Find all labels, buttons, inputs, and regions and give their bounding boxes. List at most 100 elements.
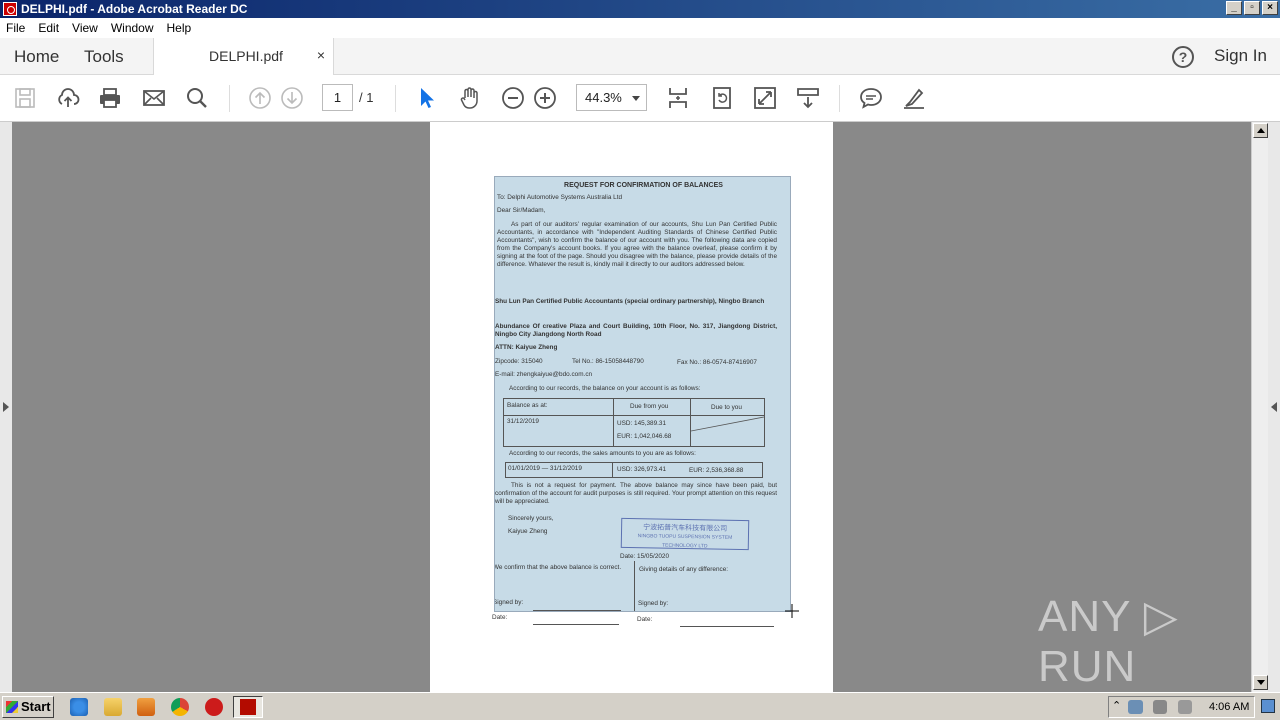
balance-intro: According to our records, the balance on… xyxy=(509,385,701,392)
pdf-page: REQUEST FOR CONFIRMATION OF BALANCES To:… xyxy=(430,122,833,692)
confirm-difference: Giving details of any difference: xyxy=(639,566,729,573)
scroll-mode-icon[interactable] xyxy=(666,86,690,110)
scroll-up-button[interactable] xyxy=(1253,123,1268,138)
toolbar: 1 / 1 44.3% xyxy=(0,75,1280,122)
toolbar-separator xyxy=(839,85,840,112)
taskbar-acrobat-button[interactable] xyxy=(233,696,263,718)
menu-bar: File Edit View Window Help xyxy=(0,18,1280,38)
opera-icon[interactable] xyxy=(205,698,223,716)
sales-usd: USD: 326,973.41 xyxy=(617,466,667,473)
tab-home[interactable]: Home xyxy=(14,38,59,75)
zipcode: Zipcode: 315040 xyxy=(495,358,543,365)
comment-icon[interactable] xyxy=(859,86,883,110)
start-button[interactable]: Start xyxy=(2,696,54,718)
save-icon[interactable] xyxy=(13,86,37,110)
internet-explorer-icon[interactable] xyxy=(70,698,88,716)
taskbar: Start ⌃ 4:06 AM xyxy=(0,692,1280,720)
flag-icon[interactable] xyxy=(1178,700,1192,714)
stamp-line-2: NINGBO TUOPU SUSPENSION SYSTEM TECHNOLOG… xyxy=(637,533,733,550)
left-panel-toggle[interactable] xyxy=(0,122,12,692)
confirm-correct: We confirm that the above balance is cor… xyxy=(494,564,622,571)
tab-tools[interactable]: Tools xyxy=(84,38,124,75)
acrobat-icon xyxy=(3,2,17,16)
next-page-icon[interactable] xyxy=(280,86,304,110)
full-screen-icon[interactable] xyxy=(753,86,777,110)
strike-line xyxy=(691,416,765,432)
sales-eur: EUR: 2,536,368.88 xyxy=(689,467,744,474)
vertical-scrollbar[interactable] xyxy=(1251,122,1268,692)
auditor-address: Abundance Of creative Plaza and Court Bu… xyxy=(495,323,777,338)
help-icon[interactable]: ? xyxy=(1172,46,1194,68)
zoom-in-icon[interactable] xyxy=(533,86,557,110)
email-icon[interactable] xyxy=(142,86,166,110)
letter-salutation: Dear Sir/Madam, xyxy=(497,207,546,214)
minimize-button[interactable]: _ xyxy=(1226,1,1242,15)
letter-date: Date: 15/05/2020 xyxy=(620,553,670,560)
tab-document[interactable]: DELPHI.pdf × xyxy=(153,38,334,76)
print-icon[interactable] xyxy=(98,86,122,110)
balance-date: 31/12/2019 xyxy=(507,418,539,425)
balance-eur: EUR: 1,042,046.68 xyxy=(617,433,672,440)
email: E-mail: zhengkaiyue@bdo.com.cn xyxy=(495,371,593,378)
acrobat-icon xyxy=(240,699,256,715)
table-divider xyxy=(613,398,614,447)
zoom-value: 44.3% xyxy=(585,90,622,105)
signer-name: Kaiyue Zheng xyxy=(508,528,548,535)
company-stamp: 宁波拓普汽车科技有限公司 NINGBO TUOPU SUSPENSION SYS… xyxy=(620,517,750,551)
page-number-input[interactable]: 1 xyxy=(322,84,353,111)
balance-col-due-from: Due from you xyxy=(630,403,669,410)
letter-title: REQUEST FOR CONFIRMATION OF BALANCES xyxy=(564,182,723,189)
menu-edit[interactable]: Edit xyxy=(32,21,66,35)
zoom-select[interactable]: 44.3% xyxy=(576,84,647,111)
previous-page-icon[interactable] xyxy=(248,86,272,110)
scroll-down-button[interactable] xyxy=(1253,675,1268,690)
payment-note: This is not a request for payment. The a… xyxy=(495,482,777,505)
rotate-page-icon[interactable] xyxy=(710,86,734,110)
clock: 4:06 AM xyxy=(1209,701,1250,713)
attention-line: ATTN: Kaiyue Zheng xyxy=(495,344,558,351)
title-bar: DELPHI.pdf - Adobe Acrobat Reader DC _ ▫… xyxy=(0,0,1280,18)
date-label-left: Date: xyxy=(492,614,508,621)
auditor-firm: Shu Lun Pan Certified Public Accountants… xyxy=(495,298,765,305)
search-icon[interactable] xyxy=(185,86,209,110)
toolbar-separator xyxy=(229,85,230,112)
show-desktop-icon[interactable] xyxy=(1261,699,1275,713)
window-title: DELPHI.pdf - Adobe Acrobat Reader DC xyxy=(21,2,248,16)
menu-view[interactable]: View xyxy=(66,21,105,35)
menu-window[interactable]: Window xyxy=(105,21,161,35)
closing: Sincerely yours, xyxy=(508,515,554,522)
menu-file[interactable]: File xyxy=(0,21,32,35)
media-player-icon[interactable] xyxy=(137,698,155,716)
scanned-letter: REQUEST FOR CONFIRMATION OF BALANCES To:… xyxy=(494,176,791,612)
signature-line xyxy=(533,610,621,611)
sales-intro: According to our records, the sales amou… xyxy=(509,450,696,457)
letter-recipient: To: Delphi Automotive Systems Australia … xyxy=(497,194,623,201)
read-mode-icon[interactable] xyxy=(796,86,820,110)
sales-period: 01/01/2019 — 31/12/2019 xyxy=(508,465,582,472)
chrome-icon[interactable] xyxy=(171,698,189,716)
select-cursor-icon[interactable] xyxy=(415,86,439,110)
network-icon[interactable] xyxy=(1128,700,1143,714)
volume-icon[interactable] xyxy=(1153,700,1167,714)
sign-in-link[interactable]: Sign In xyxy=(1214,46,1267,66)
page-total: / 1 xyxy=(359,90,374,105)
signed-by-left: Signed by: xyxy=(494,599,524,606)
tray-expand-icon[interactable]: ⌃ xyxy=(1112,699,1121,712)
table-divider xyxy=(612,462,613,478)
balance-usd: USD: 145,389.31 xyxy=(617,420,667,427)
right-panel-toggle[interactable] xyxy=(1268,122,1280,692)
chevron-down-icon xyxy=(632,96,640,101)
close-tab-icon[interactable]: × xyxy=(317,47,325,63)
close-button[interactable]: × xyxy=(1262,1,1278,15)
maximize-button[interactable]: ▫ xyxy=(1244,1,1260,15)
folder-icon[interactable] xyxy=(104,698,122,716)
confirm-divider xyxy=(634,561,635,611)
highlight-pen-icon[interactable] xyxy=(902,86,926,110)
signed-by-right: Signed by: xyxy=(638,600,669,607)
balance-col-date: Balance as at: xyxy=(507,402,548,409)
date-line xyxy=(533,624,619,625)
hand-tool-icon[interactable] xyxy=(458,86,482,110)
menu-help[interactable]: Help xyxy=(161,21,199,35)
upload-cloud-icon[interactable] xyxy=(56,86,80,110)
zoom-out-icon[interactable] xyxy=(501,86,525,110)
